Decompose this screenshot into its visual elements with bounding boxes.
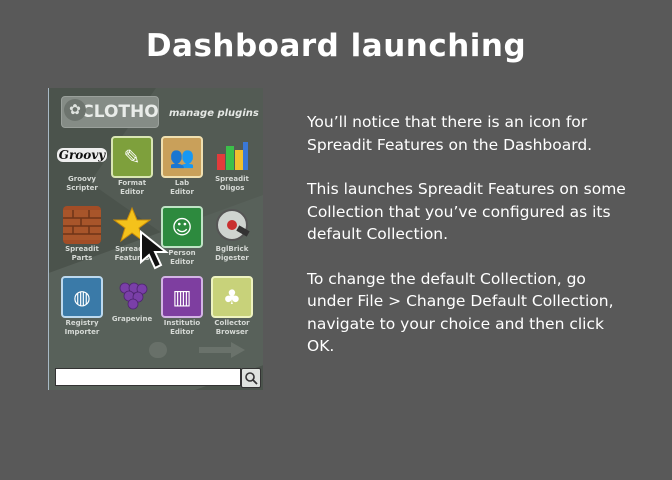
page-indicator-dot[interactable] — [149, 342, 167, 358]
building-icon: ▥ — [161, 276, 203, 318]
slide-body: You’ll notice that there is an icon for … — [307, 111, 627, 380]
search-button[interactable] — [241, 368, 261, 388]
dashboard-window: ✿ CLOTHO manage plugins Groovy Groovy Scr… — [48, 88, 263, 390]
mouse-cursor-icon — [140, 230, 169, 270]
groovy-logo-icon: Groovy — [56, 148, 108, 162]
plugin-tile-lab-editor[interactable]: 👥 Lab Editor — [157, 136, 207, 197]
plugin-label: Lab Editor — [170, 179, 194, 196]
plugin-label: Spreadit Oligos — [215, 175, 249, 192]
paragraph-icon-notice: You’ll notice that there is an icon for … — [307, 113, 593, 154]
plugin-tile-collector-browser[interactable]: ♣ Collector Browser — [207, 276, 257, 337]
plugin-tile-format-editor[interactable]: ✎ Format Editor — [107, 136, 157, 197]
format-editor-icon: ✎ — [111, 136, 153, 178]
plugin-label: Collector Browser — [214, 319, 250, 336]
lab-people-icon: 👥 — [161, 136, 203, 178]
saw-blade-icon — [213, 206, 251, 244]
paragraph-change-default: To change the default Collection, go und… — [307, 269, 614, 356]
manage-plugins-link[interactable]: manage plugins — [169, 108, 259, 119]
plugin-label: Spreadit Parts — [65, 245, 99, 262]
plugin-label: Institutio Editor — [163, 319, 201, 336]
paragraph-launch-description: This launches Spreadit Features on some … — [307, 180, 626, 243]
plugin-tile-grapevine[interactable]: Grapevine — [107, 276, 157, 324]
plugin-label: Groovy Scripter — [66, 175, 98, 192]
oligos-blocks-icon — [213, 136, 251, 174]
plugin-tile-institution-editor[interactable]: ▥ Institutio Editor — [157, 276, 207, 337]
slide-title: Dashboard launching — [145, 28, 527, 64]
brick-icon — [63, 206, 101, 244]
plugin-tile-bglbrick-digester[interactable]: BglBrick Digester — [207, 206, 257, 263]
clotho-gear-icon: ✿ — [64, 99, 86, 121]
plugin-label: Grapevine — [111, 315, 153, 323]
plugin-tile-registry-importer[interactable]: ◍ Registry Importer — [57, 276, 107, 337]
search-input[interactable] — [55, 368, 241, 386]
plugin-tile-spreadit-oligos[interactable]: Spreadit Oligos — [207, 136, 257, 193]
magnifier-icon — [245, 372, 258, 385]
clotho-logo: ✿ CLOTHO — [61, 96, 159, 128]
grapes-icon — [113, 276, 151, 314]
plugin-tile-spreadit-parts[interactable]: Spreadit Parts — [57, 206, 107, 263]
registry-globe-icon: ◍ — [61, 276, 103, 318]
plugin-label: BglBrick Digester — [215, 245, 249, 262]
plugin-label: Format Editor — [117, 179, 147, 196]
collector-icon: ♣ — [211, 276, 253, 318]
plugin-tile-groovy-scripter[interactable]: Groovy Groovy Scripter — [56, 136, 108, 193]
logo-text: CLOTHO — [81, 102, 159, 122]
plugin-label: Registry Importer — [64, 319, 100, 336]
next-page-arrow-icon[interactable] — [199, 342, 245, 358]
